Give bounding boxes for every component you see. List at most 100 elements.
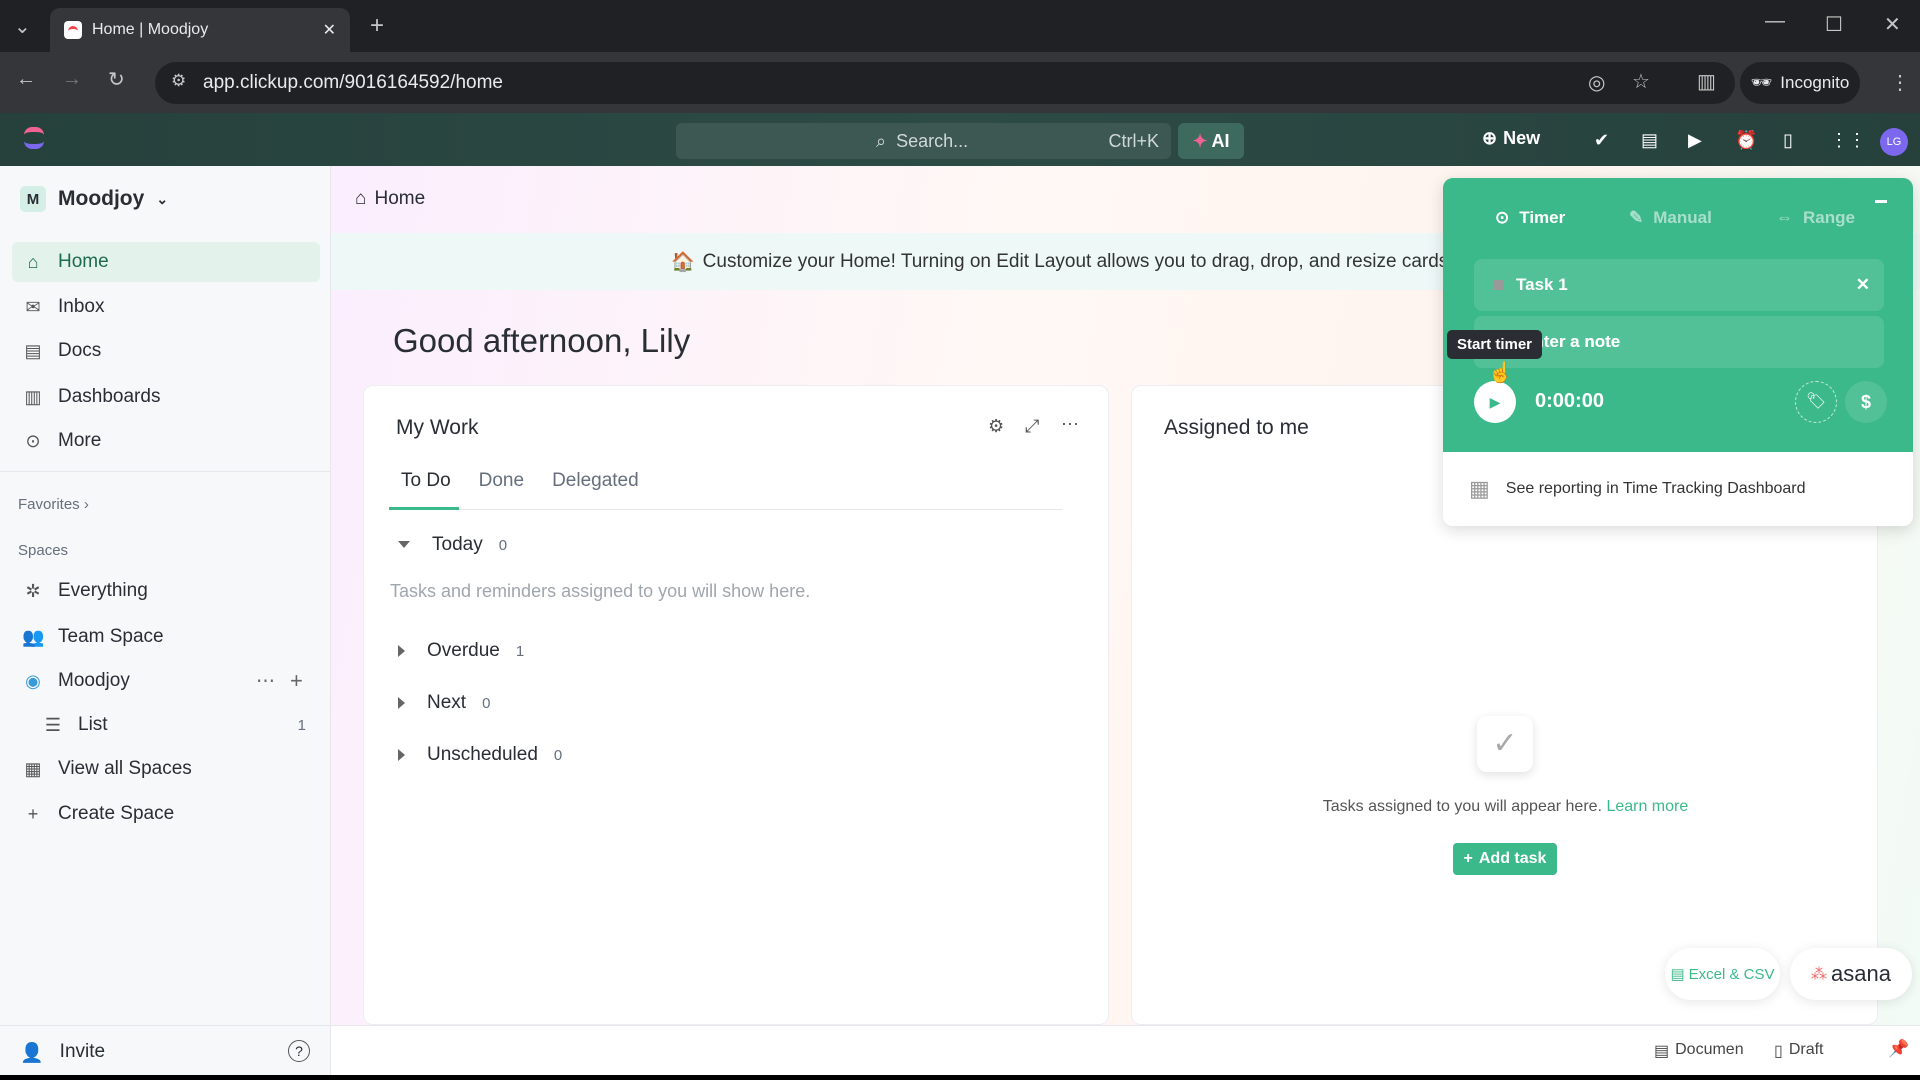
my-work-tabs: To Do Done Delegated <box>401 470 667 492</box>
tab-label: Manual <box>1653 208 1712 227</box>
doc-tray-item[interactable]: ▤ Documen <box>1654 1041 1744 1061</box>
ai-button[interactable]: ✦ AI <box>1178 123 1244 159</box>
tracking-eye-icon[interactable]: ◎ <box>1588 70 1605 95</box>
add-task-label: Add task <box>1478 850 1547 867</box>
plus-icon: + <box>1463 850 1473 867</box>
sidebar-item-everything[interactable]: ✲ Everything <box>12 571 320 611</box>
sidebar-item-more[interactable]: ⊙ More <box>12 421 320 461</box>
import-excel-button[interactable]: ▤ Excel & CSV <box>1665 948 1780 1000</box>
workspace-switcher[interactable]: M Moodjoy ⌄ <box>20 186 168 212</box>
doc-icon: ▤ <box>24 340 42 361</box>
sidebar-item-list[interactable]: ☰ List 1 <box>32 705 320 745</box>
forward-icon[interactable]: → <box>62 68 82 91</box>
clickup-logo-icon[interactable] <box>24 127 44 149</box>
alarm-icon[interactable]: ⏰ <box>1735 130 1757 151</box>
check-circle-icon[interactable]: ✔ <box>1594 130 1609 151</box>
reload-icon[interactable]: ↻ <box>108 67 125 92</box>
back-icon[interactable]: ← <box>16 68 36 91</box>
browser-menu-icon[interactable]: ⋮ <box>1890 70 1910 95</box>
side-panel-icon[interactable]: ▥ <box>1697 69 1716 94</box>
timer-tab[interactable]: ⊙ Timer <box>1495 208 1565 228</box>
notepad-icon[interactable]: ▤ <box>1641 130 1658 151</box>
site-info-icon[interactable]: ⚙ <box>171 71 186 91</box>
new-button[interactable]: ⊕ New <box>1482 128 1540 149</box>
video-icon[interactable]: ▶ <box>1688 130 1702 151</box>
close-window-icon[interactable]: ✕ <box>1884 12 1901 37</box>
sidebar-item-moodjoy[interactable]: ◉ Moodjoy ⋯ + <box>12 661 320 701</box>
group-today[interactable]: Today 0 <box>398 534 507 556</box>
draft-tray-item[interactable]: ▯ Draft <box>1774 1041 1823 1061</box>
breadcrumb[interactable]: ⌂ Home <box>355 188 425 210</box>
sidebar-item-create-space[interactable]: + Create Space <box>12 794 320 834</box>
group-next[interactable]: Next 0 <box>398 692 490 714</box>
clear-task-icon[interactable]: ✕ <box>1856 275 1870 295</box>
tab-to-do[interactable]: To Do <box>401 470 451 491</box>
invite-button[interactable]: 👤 Invite <box>20 1041 105 1065</box>
incognito-icon: 🕶 <box>1750 73 1773 92</box>
more-options-icon[interactable]: ⋯ <box>256 670 275 693</box>
maximize-icon[interactable]: ☐ <box>1825 12 1843 37</box>
close-tab-icon[interactable]: ✕ <box>323 20 336 40</box>
avatar[interactable]: LG <box>1880 128 1908 156</box>
manual-tab[interactable]: ✎ Manual <box>1629 208 1712 228</box>
group-overdue[interactable]: Overdue 1 <box>398 640 524 662</box>
range-tab[interactable]: ⇔ Range <box>1776 208 1855 228</box>
hand-cursor-icon: ☝ <box>1488 362 1513 384</box>
import-asana-button[interactable]: ⁂ asana <box>1790 948 1912 1000</box>
inbox-icon: ✉ <box>25 296 41 317</box>
everything-icon: ✲ <box>25 580 41 601</box>
spreadsheet-icon: ▤ <box>1670 966 1685 983</box>
sidebar-item-label: Create Space <box>58 803 175 824</box>
time-tracking-dashboard-link[interactable]: ▦ See reporting in Time Tracking Dashboar… <box>1443 452 1913 526</box>
task-selector[interactable]: Task 1 ✕ <box>1474 259 1884 311</box>
doc-icon[interactable]: ▯ <box>1783 130 1793 151</box>
sidebar: M Moodjoy ⌄ ⌂ Home ✉ Inbox ▤ Docs ▥ Dashboard… <box>0 166 331 1026</box>
favorites-header[interactable]: Favorites › <box>18 496 89 513</box>
billable-button[interactable]: $ <box>1845 381 1887 423</box>
sidebar-item-view-all-spaces[interactable]: ▦ View all Spaces <box>12 749 320 789</box>
tag-icon[interactable]: 🏷 <box>1795 381 1837 423</box>
tab-label: Timer <box>1519 208 1566 227</box>
apps-grid-icon[interactable]: ⋮⋮ <box>1830 130 1866 151</box>
excel-label: Excel & CSV <box>1688 965 1775 983</box>
caret-down-icon <box>398 541 410 549</box>
start-timer-button[interactable]: ▶ <box>1474 381 1516 423</box>
card-title: Assigned to me <box>1164 416 1309 439</box>
learn-more-link[interactable]: Learn more <box>1606 798 1688 815</box>
sidebar-item-inbox[interactable]: ✉ Inbox <box>12 287 320 327</box>
workspace-avatar: M <box>20 186 46 212</box>
sidebar-item-team-space[interactable]: 👥 Team Space <box>12 617 320 657</box>
search-bar[interactable]: ⌕ Search... Ctrl+K <box>676 123 1171 159</box>
tab-list-icon[interactable]: ⌄ <box>14 14 31 39</box>
search-icon: ⌕ <box>876 130 887 151</box>
new-tab-icon[interactable]: + <box>370 12 384 40</box>
favorites-label: Favorites <box>18 496 80 513</box>
browser-tab[interactable]: Home | Moodjoy ✕ <box>50 8 350 52</box>
asana-logo-icon: ⁂ <box>1811 966 1828 983</box>
sidebar-item-label: More <box>58 430 102 451</box>
sidebar-item-docs[interactable]: ▤ Docs <box>12 331 320 371</box>
expand-icon[interactable]: ⤢ <box>1025 416 1039 437</box>
add-task-button[interactable]: + Add task <box>1453 843 1557 875</box>
help-icon[interactable]: ? <box>288 1040 310 1062</box>
sidebar-item-home[interactable]: ⌂ Home <box>12 242 320 282</box>
tab-delegated[interactable]: Delegated <box>552 470 639 491</box>
pin-icon[interactable]: 📌 <box>1888 1039 1909 1059</box>
bookmark-star-icon[interactable]: ☆ <box>1632 69 1650 94</box>
url-field[interactable]: ⚙ app.clickup.com/9016164592/home <box>155 62 1735 104</box>
group-label: Overdue <box>427 640 500 661</box>
reporting-label: See reporting in Time Tracking Dashboard <box>1505 480 1806 497</box>
minimize-icon[interactable]: — <box>1765 10 1785 33</box>
group-unscheduled[interactable]: Unscheduled 0 <box>398 744 562 766</box>
empty-state-text: Tasks and reminders assigned to you will… <box>390 581 811 601</box>
draft-label: Draft <box>1788 1041 1824 1058</box>
incognito-badge[interactable]: 🕶 Incognito <box>1740 62 1860 104</box>
add-icon[interactable]: + <box>290 668 303 694</box>
more-options-icon[interactable]: ⋯ <box>1061 414 1079 435</box>
tab-done[interactable]: Done <box>479 470 524 491</box>
minimize-icon[interactable] <box>1875 200 1887 203</box>
doc-label: Documen <box>1675 1041 1744 1058</box>
sidebar-item-dashboards[interactable]: ▥ Dashboards <box>12 377 320 417</box>
home-icon: ⌂ <box>355 188 367 209</box>
settings-gear-icon[interactable]: ⚙ <box>988 416 1004 437</box>
